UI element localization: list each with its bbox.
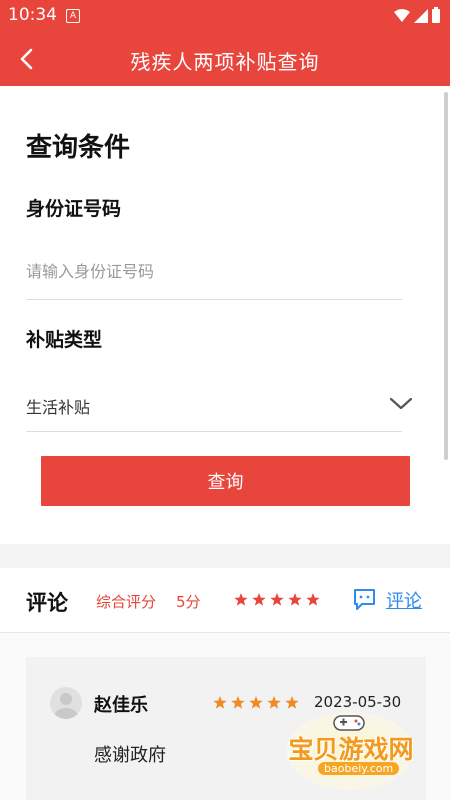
status-time: 10:34 [8, 5, 57, 25]
star-icon [213, 696, 227, 709]
wifi-icon [394, 9, 410, 22]
comment-link-text[interactable]: 评论 [386, 587, 422, 613]
user-avatar-icon [54, 693, 78, 719]
page-title: 残疾人两项补贴查询 [130, 50, 320, 74]
review-date: 2023-05-30 [314, 693, 402, 711]
comment-icon [354, 589, 375, 610]
star-icon [306, 593, 320, 606]
id-number-label: 身份证号码 [26, 198, 122, 220]
star-icon [252, 593, 266, 606]
status-icons [394, 7, 440, 23]
section-separator [0, 544, 450, 568]
gamepad-icon [333, 715, 365, 731]
star-icon [231, 696, 245, 709]
avatar [50, 687, 82, 719]
overall-rating-stars [234, 593, 320, 606]
star-icon [288, 593, 302, 606]
subsidy-select-divider [26, 431, 402, 432]
star-icon [285, 696, 299, 709]
query-section-title: 查询条件 [26, 133, 131, 163]
subsidy-type-value: 生活补贴 [26, 398, 91, 417]
status-bar: 10:34 A [0, 0, 450, 32]
subsidy-type-label: 补贴类型 [26, 329, 103, 351]
notification-a-icon: A [66, 9, 80, 23]
watermark-url: baobeiy.com [318, 762, 400, 775]
review-text: 感谢政府 [94, 745, 166, 766]
id-number-input[interactable] [26, 254, 402, 288]
signal-icon [414, 9, 428, 23]
star-icon [267, 696, 281, 709]
overall-score-label: 综合评分 [96, 593, 157, 611]
watermark-text: 宝贝游戏网 [288, 735, 414, 764]
query-button[interactable]: 查询 [41, 456, 410, 506]
review-rating-stars [213, 696, 299, 709]
star-icon [234, 593, 248, 606]
battery-icon [432, 9, 440, 23]
write-comment-link[interactable]: 评论 [352, 586, 428, 614]
reviewer-name: 赵佳乐 [94, 695, 148, 716]
id-input-divider [26, 299, 402, 300]
app-bar: 残疾人两项补贴查询 [0, 32, 450, 86]
chevron-down-icon[interactable] [388, 394, 414, 412]
star-icon [249, 696, 263, 709]
overall-score-value: 5分 [176, 593, 201, 611]
review-section-title: 评论 [26, 591, 68, 615]
star-icon [270, 593, 284, 606]
watermark-logo: 宝贝游戏网 baobeiy.com [270, 710, 430, 795]
scrollbar[interactable] [444, 92, 448, 460]
